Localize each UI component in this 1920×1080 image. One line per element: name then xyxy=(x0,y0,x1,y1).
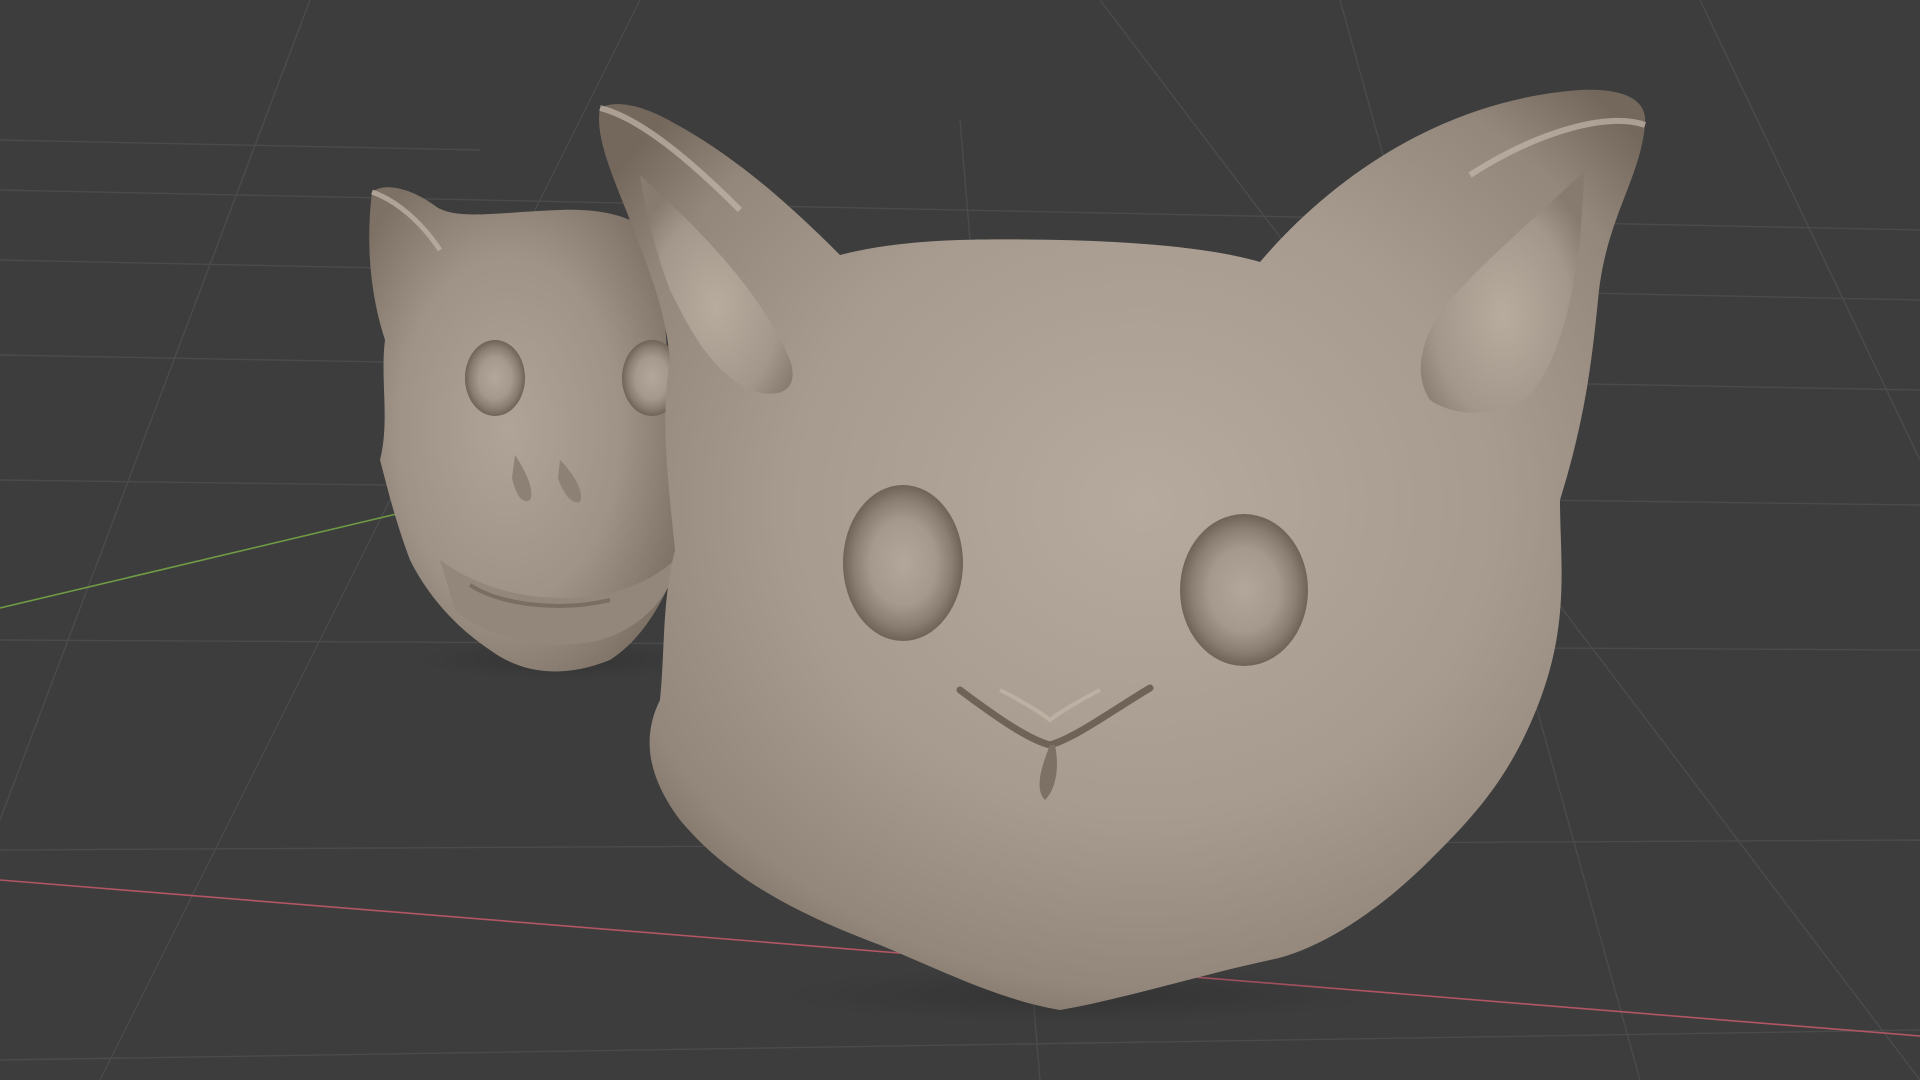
viewport-canvas[interactable] xyxy=(0,0,1920,1080)
cat-head-sculpt[interactable] xyxy=(599,89,1647,1023)
3d-viewport[interactable] xyxy=(0,0,1920,1080)
